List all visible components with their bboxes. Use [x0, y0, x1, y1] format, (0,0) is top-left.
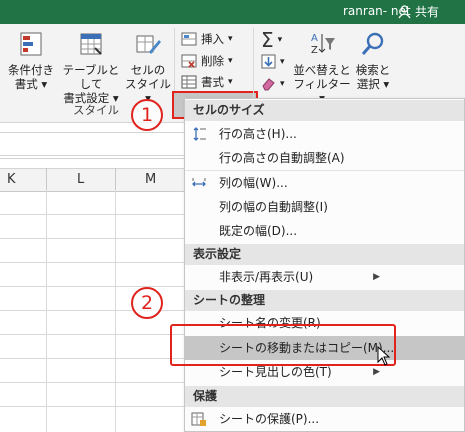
- sigma-icon: Σ: [261, 28, 274, 52]
- style-group-label: スタイル: [73, 103, 119, 117]
- column-header-m[interactable]: M: [145, 172, 156, 187]
- sort-filter-button[interactable]: AZ 並べ替えと フィルター ▾: [292, 30, 352, 105]
- table-icon: [80, 33, 102, 55]
- eraser-icon: [262, 78, 275, 91]
- title-bar: ranran- net 共有: [0, 0, 465, 24]
- clear-button[interactable]: ▾: [261, 76, 285, 91]
- section-protection: 保護: [185, 386, 464, 407]
- annotation-step-1: 1: [131, 99, 163, 131]
- section-visibility: 表示設定: [185, 244, 464, 265]
- menu-item-hide-unhide[interactable]: 非表示/再表示(U) ▶: [185, 265, 464, 289]
- grid-line: [0, 334, 185, 335]
- grid-line: [46, 190, 47, 432]
- magnifier-icon: [361, 32, 384, 55]
- menu-item-protect-sheet[interactable]: シートの保護(P)...: [185, 407, 464, 431]
- find-select-label-1: 検索と: [355, 63, 391, 77]
- annotation-highlight-box: [170, 324, 396, 366]
- column-width-icon: [192, 178, 206, 187]
- format-label: 書式: [201, 75, 224, 89]
- grid-line: [0, 358, 185, 359]
- grid-line: [0, 262, 185, 263]
- conditional-format-icon: [20, 32, 42, 56]
- sort-filter-icon: AZ: [311, 33, 335, 56]
- protect-sheet-icon: [191, 412, 206, 426]
- autosum-button[interactable]: Σ ▾: [261, 28, 282, 52]
- menu-item-default-width[interactable]: 既定の幅(D)...: [185, 219, 464, 243]
- annotation-step-2: 2: [131, 287, 163, 319]
- person-icon: [398, 4, 411, 18]
- sort-filter-label-1: 並べ替えと: [293, 63, 351, 77]
- format-as-table-button[interactable]: テーブルとして 書式設定 ▾: [57, 30, 125, 105]
- menu-item-autofit-row[interactable]: 行の高さの自動調整(A): [185, 146, 464, 170]
- grid-line: [115, 190, 116, 432]
- submenu-arrow-icon: ▶: [373, 272, 380, 282]
- column-header-k[interactable]: K: [7, 172, 16, 187]
- column-divider: [115, 168, 116, 190]
- insert-button[interactable]: 挿入 ▾: [181, 31, 233, 47]
- format-button[interactable]: 書式 ▾: [181, 74, 233, 90]
- fill-button[interactable]: ▾: [261, 54, 285, 69]
- conditional-format-label-1: 条件付き: [8, 63, 54, 77]
- conditional-format-button[interactable]: 条件付き 書式 ▾: [2, 30, 60, 91]
- delete-cells-icon: [181, 54, 197, 68]
- column-header-l[interactable]: L: [77, 172, 84, 187]
- grid-line: [0, 238, 185, 239]
- grid-line: [0, 286, 185, 287]
- svg-text:Z: Z: [311, 45, 318, 56]
- column-divider: [46, 168, 47, 190]
- grid-line: [0, 382, 185, 383]
- find-select-label-2: 選択 ▾: [356, 77, 390, 91]
- menu-item-row-height[interactable]: 行の高さ(H)...: [185, 122, 464, 146]
- cell-styles-icon: [136, 35, 161, 54]
- cell-styles-label-1: セルの: [130, 63, 166, 77]
- section-cell-size: セルのサイズ: [185, 100, 464, 121]
- section-organize-sheets: シートの整理: [185, 290, 464, 311]
- svg-text:A: A: [311, 33, 318, 44]
- share-button[interactable]: 共有: [398, 3, 439, 20]
- format-cells-icon: [181, 75, 197, 89]
- formula-input[interactable]: [0, 132, 190, 156]
- find-select-button[interactable]: 検索と 選択 ▾: [353, 30, 393, 91]
- grid-line: [0, 214, 185, 215]
- format-dropdown-menu: セルのサイズ 行の高さ(H)... 行の高さの自動調整(A) 列の幅(W)...…: [184, 98, 465, 432]
- format-as-table-label-1: テーブルとして: [62, 63, 120, 91]
- mouse-cursor-icon: [377, 346, 391, 366]
- grid-line: [0, 406, 185, 407]
- insert-cells-icon: [181, 32, 197, 46]
- fill-down-icon: [261, 54, 276, 69]
- insert-label: 挿入: [201, 32, 224, 46]
- delete-button[interactable]: 削除 ▾: [181, 53, 233, 69]
- conditional-format-label-2: 書式 ▾: [14, 77, 48, 91]
- menu-item-column-width[interactable]: 列の幅(W)...: [185, 171, 464, 195]
- delete-label: 削除: [201, 54, 224, 68]
- row-height-icon: [193, 127, 206, 141]
- menu-item-autofit-column[interactable]: 列の幅の自動調整(I): [185, 195, 464, 219]
- share-label: 共有: [415, 5, 440, 19]
- cell-styles-button[interactable]: セルの スタイル ▾: [124, 30, 172, 105]
